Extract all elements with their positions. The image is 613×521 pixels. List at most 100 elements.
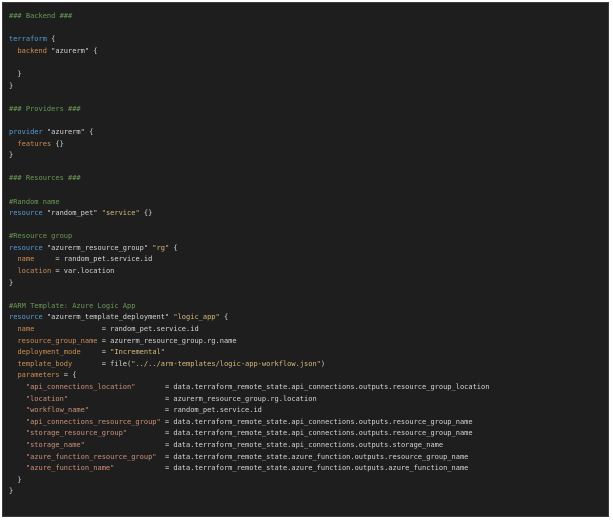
code-token: "logic_app" — [173, 313, 220, 322]
code-token: template_body — [17, 359, 73, 368]
code-line: terraform { — [9, 34, 489, 46]
code-token: = var.location — [51, 267, 115, 276]
code-token: = azurerm_resource_group.rg.name — [97, 336, 237, 345]
code-token: "storage_name" — [25, 440, 85, 449]
code-token: "location" — [25, 394, 69, 403]
code-token: name — [17, 325, 35, 334]
code-token: } — [9, 69, 22, 78]
code-token: "rg" — [152, 243, 170, 252]
code-token: terraform — [9, 35, 47, 44]
code-token: name — [17, 255, 35, 264]
code-token: provider — [9, 127, 43, 136]
code-block[interactable]: ### Backend ### terraform { backend "azu… — [9, 11, 489, 498]
code-line: ### Resources ### — [9, 173, 489, 185]
code-line: } — [9, 69, 489, 81]
code-line: #ARM Template: Azure Logic App — [9, 301, 489, 313]
code-token: { — [219, 313, 229, 322]
code-token: { — [169, 243, 178, 252]
code-token: "api_connections_location" — [25, 383, 136, 391]
code-line: } — [9, 81, 489, 93]
code-line: #Resource group — [9, 231, 489, 243]
code-token: = azurerm_resource_group.rg.location — [68, 394, 317, 403]
code-line: deployment_mode = "Incremental" — [9, 347, 489, 359]
code-token: = data.terraform_remote_state.azure_func… — [156, 452, 469, 461]
code-line: backend "azurerm" { — [9, 46, 489, 58]
code-token: "random_pet" — [42, 209, 102, 218]
code-line: resource "azurerm_template_deployment" "… — [9, 312, 489, 324]
code-editor-panel[interactable]: ### Backend ### terraform { backend "azu… — [2, 2, 609, 517]
code-token: "service" — [101, 209, 140, 218]
code-line: "location" = azurerm_resource_group.rg.l… — [9, 394, 489, 406]
code-token: deployment_mode — [17, 348, 81, 357]
code-token: ### Backend ### — [9, 12, 73, 20]
code-token: ### Providers ### — [9, 104, 81, 113]
code-token: = — [80, 348, 111, 357]
code-token: #Resource group — [9, 232, 73, 241]
code-token: resource_group_name — [17, 336, 98, 345]
code-line: } — [9, 475, 489, 487]
code-token: } — [9, 151, 14, 160]
code-token: {} — [139, 209, 153, 218]
code-line: ### Backend ### — [9, 11, 489, 23]
code-token: "azurerm_resource_group" — [42, 243, 153, 252]
code-token: = data.terraform_remote_state.api_connec… — [135, 383, 490, 391]
code-line: name = random_pet.service.id — [9, 254, 489, 266]
code-token: "azurerm" { — [42, 127, 94, 136]
code-token: "azurerm" { — [46, 46, 98, 55]
code-line: "azure_function_resource_group" = data.t… — [9, 452, 489, 464]
code-token: #Random name — [9, 197, 60, 206]
code-token: = random_pet.service.id — [34, 325, 199, 334]
code-line: resource "random_pet" "service" {} — [9, 208, 489, 220]
code-token: "Incremental" — [110, 348, 165, 357]
code-line: "workflow_name" = random_pet.service.id — [9, 405, 489, 417]
code-token: = data.terraform_remote_state.api_connec… — [160, 417, 473, 426]
code-token: = random_pet.service.id — [34, 255, 153, 264]
code-token: resource — [9, 209, 43, 218]
code-token: { — [46, 35, 56, 44]
code-token: "azure_function_resource_group" — [25, 452, 157, 461]
code-line: location = var.location — [9, 266, 489, 278]
code-line: "api_connections_location" = data.terraf… — [9, 382, 490, 394]
code-token: "workflow_name" — [25, 406, 90, 415]
code-line: } — [9, 486, 489, 498]
code-token: } — [9, 278, 14, 287]
code-token: } — [9, 475, 22, 484]
code-token: = data.terraform_remote_state.azure_func… — [114, 464, 469, 473]
code-line: } — [9, 150, 489, 162]
code-token: = data.terraform_remote_state.api_connec… — [84, 440, 444, 449]
code-line: "azure_function_name" = data.terraform_r… — [9, 463, 489, 475]
code-token: "azure_function_name" — [25, 464, 115, 473]
code-line: template_body = file("../../arm-template… — [9, 359, 489, 371]
code-token: features — [17, 139, 52, 148]
code-token: resource — [9, 243, 43, 252]
code-line: } — [9, 278, 489, 290]
code-token: = data.terraform_remote_state.api_connec… — [127, 429, 473, 438]
code-token: {} — [51, 139, 64, 148]
code-line: features {} — [9, 139, 489, 151]
code-line: provider "azurerm" { — [9, 127, 489, 139]
code-token: location — [17, 267, 52, 276]
code-line: name = random_pet.service.id — [9, 324, 489, 336]
code-token: "storage_resource_group" — [25, 429, 128, 438]
code-line: "api_connections_resource_group" = data.… — [9, 417, 489, 429]
code-line: ### Providers ### — [9, 104, 489, 116]
code-token: } — [9, 81, 14, 90]
code-token: "../../arm-templates/logic-app-workflow.… — [131, 359, 321, 368]
code-token: resource — [9, 313, 43, 322]
code-line: "storage_name" = data.terraform_remote_s… — [9, 440, 489, 452]
